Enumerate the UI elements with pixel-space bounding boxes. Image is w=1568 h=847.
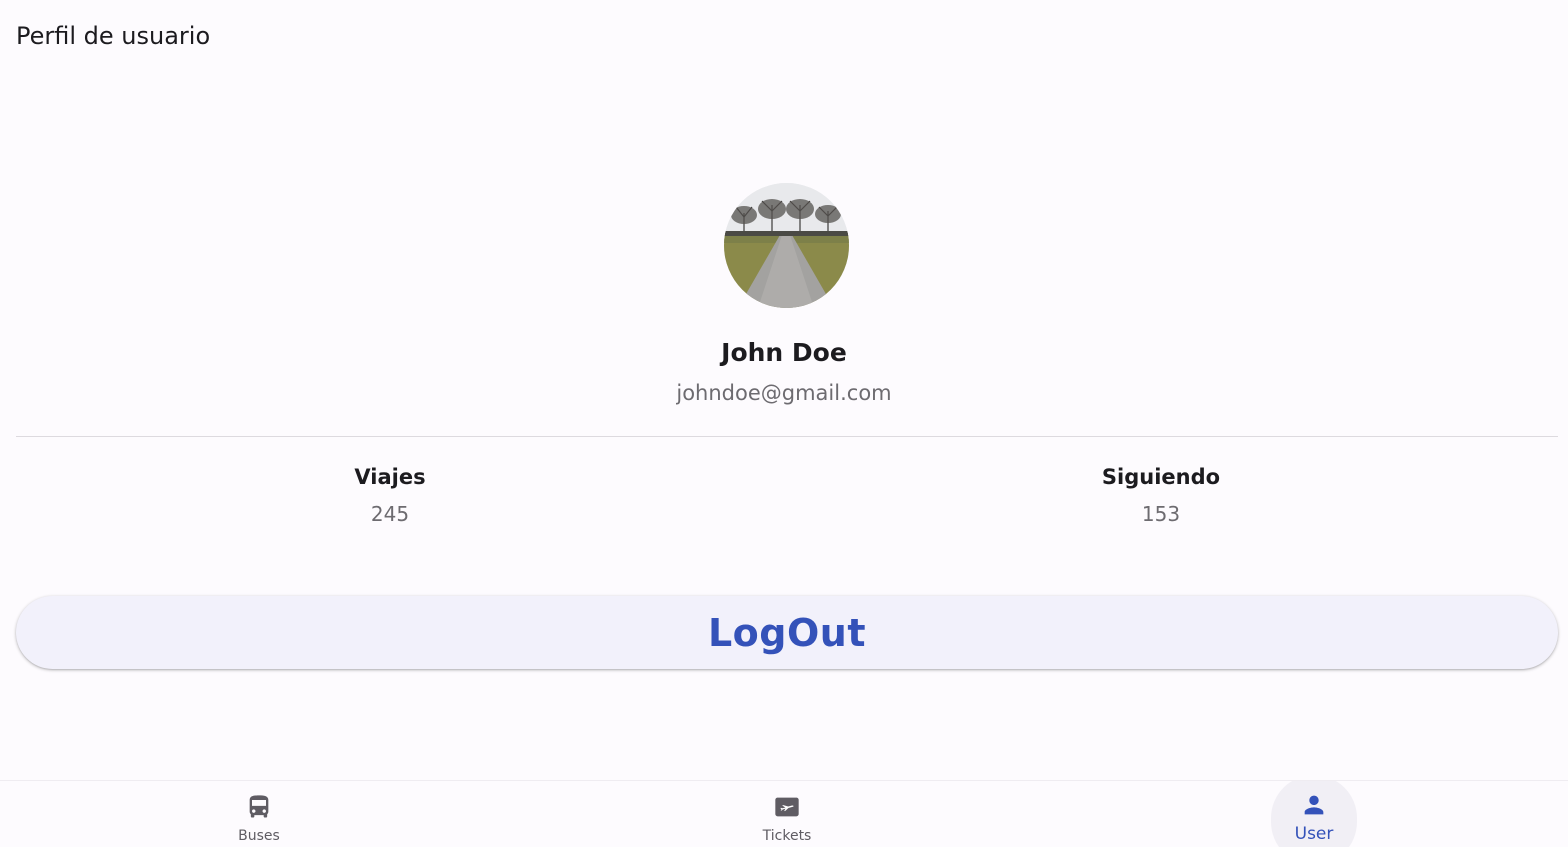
logout-button[interactable]: LogOut: [16, 596, 1558, 669]
nav-item-tickets[interactable]: Tickets: [717, 781, 857, 847]
logout-button-label: LogOut: [707, 610, 867, 655]
landscape-photo-avatar: [724, 183, 849, 308]
user-profile-screen: Perfil de usuario John Doe johndoe@gmail…: [0, 0, 1568, 847]
nav-label-buses: Buses: [238, 828, 280, 844]
bottom-navigation-bar: Buses Tickets User: [0, 780, 1568, 847]
bus-icon: [249, 795, 269, 818]
person-icon: [1304, 795, 1324, 815]
user-name: John Doe: [721, 338, 847, 367]
stat-trips: Viajes 245: [190, 465, 590, 526]
stat-label: Siguiendo: [1101, 465, 1221, 489]
stat-value: 245: [370, 502, 410, 526]
nav-item-buses[interactable]: Buses: [189, 781, 329, 847]
divider: [16, 436, 1558, 437]
nav-label-tickets: Tickets: [762, 828, 812, 844]
app-bar: Perfil de usuario: [0, 0, 1568, 72]
user-email: johndoe@gmail.com: [676, 381, 892, 405]
page-title: Perfil de usuario: [16, 22, 211, 50]
nav-item-user[interactable]: User: [1244, 781, 1384, 847]
stat-following: Siguiendo 153: [961, 465, 1361, 526]
stat-value: 153: [1141, 502, 1181, 526]
avatar: [724, 183, 849, 308]
stat-label: Viajes: [354, 465, 426, 489]
airplane-ticket-icon: [775, 797, 799, 817]
nav-label-user: User: [1294, 824, 1334, 844]
